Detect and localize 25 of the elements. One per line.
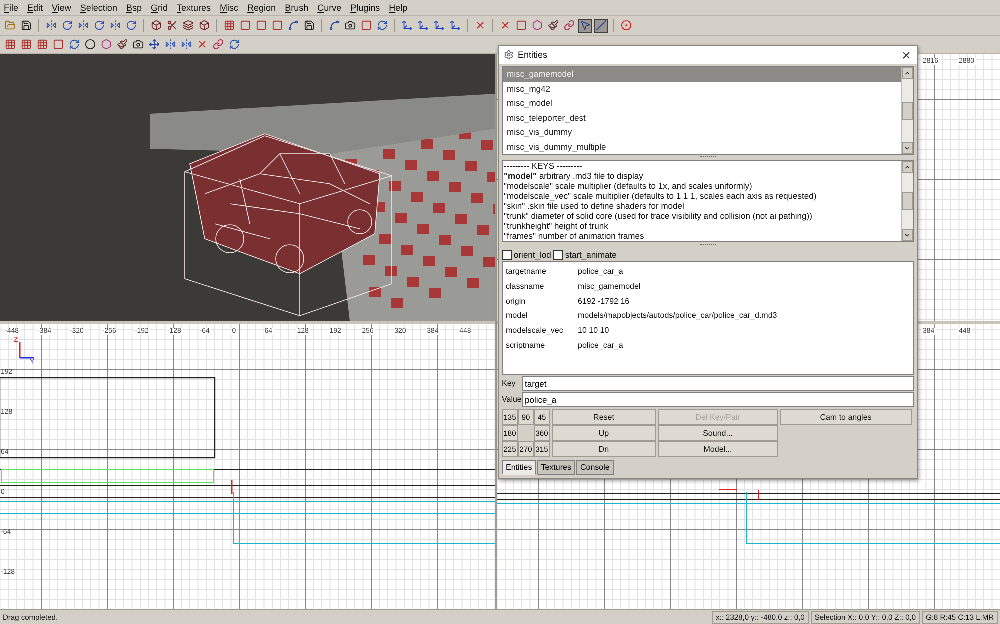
- property-value: models/mapobjects/autods/police_car/police_car_d.md3: [578, 311, 778, 320]
- property-key: scriptname: [506, 340, 578, 350]
- property-key: modelscale_vec: [506, 326, 578, 335]
- description-line: --------- KEYS ---------: [503, 161, 584, 172]
- description-line: "modelscale" scale multiplier (defaults to 1x, and scales uniformly): [503, 181, 754, 192]
- description-line: "skin" .skin file used to define shaders for model: [503, 201, 686, 212]
- description-line: "modelscale_vec" scale multiplier (defaults to 1 1 1, scales each axis as requested): [503, 191, 818, 202]
- property-value: police_car_a: [578, 267, 624, 276]
- property-value: 6192 -1792 16: [578, 296, 630, 306]
- property-value: misc_gamemodel: [578, 282, 641, 291]
- property-key: origin: [506, 296, 578, 306]
- description-line: "model" arbitrary .md3 file to display: [503, 171, 644, 182]
- checkbox-label: start_animate: [565, 250, 617, 260]
- property-key: targetname: [506, 267, 578, 276]
- description-line: "frames" number of animation frames: [503, 231, 646, 242]
- field-label: Value: [502, 395, 522, 404]
- description-line: "trunkheight" height of trunk: [503, 221, 610, 232]
- property-value: 10 10 10: [578, 326, 610, 335]
- field-label: Key: [502, 379, 517, 388]
- window-title: Entities: [518, 50, 549, 60]
- property-key: model: [506, 311, 578, 320]
- checkbox-label: orient_lod: [514, 250, 552, 260]
- property-key: classname: [506, 282, 578, 291]
- description-line: "trunk" diameter of solid core (used for trace visibility and collision (not ai pathing)): [503, 211, 814, 222]
- property-value: police_car_a: [578, 340, 624, 350]
